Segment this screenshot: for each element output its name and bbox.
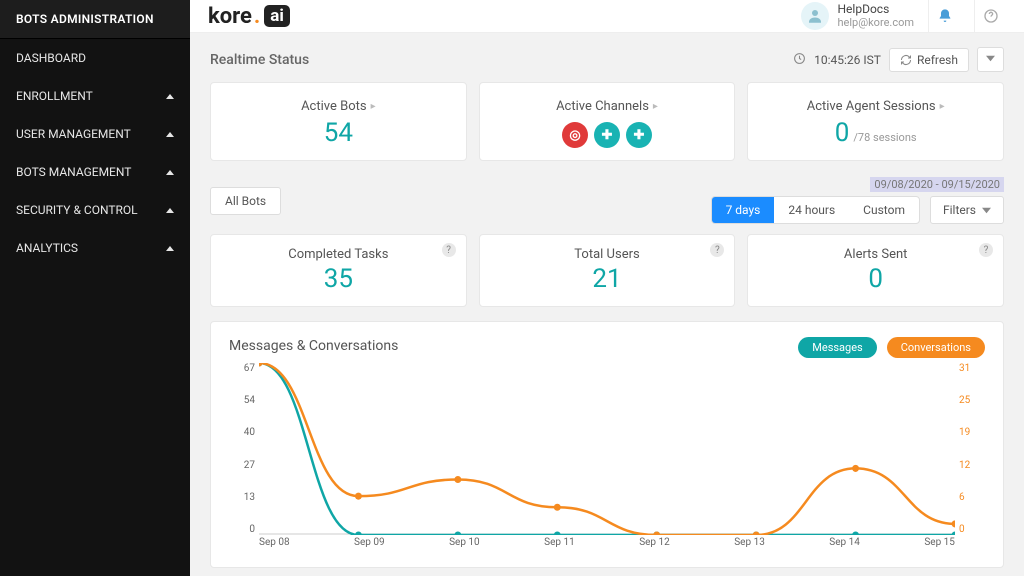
sidebar-item-enrollment[interactable]: ENROLLMENT (0, 77, 190, 115)
channel-web-icon: ◎ (562, 122, 588, 148)
stat-total-users: ?Total Users 21 (479, 234, 736, 307)
stat-value: 21 (496, 264, 719, 294)
chevron-up-icon (166, 132, 174, 137)
sidebar-item-analytics[interactable]: ANALYTICS (0, 229, 190, 267)
y-axis-right: 3125191260 (959, 363, 985, 535)
help-icon[interactable]: ? (442, 243, 456, 257)
seg-24h[interactable]: 24 hours (774, 197, 849, 223)
stat-alerts-sent: ?Alerts Sent 0 (747, 234, 1004, 307)
card-value: 0 (835, 118, 850, 148)
help-icon[interactable]: ? (979, 243, 993, 257)
notification-icon[interactable] (928, 0, 960, 32)
card-title: Active Channels (556, 99, 649, 114)
chart-area: 67544027130 3125191260 Sep 08Sep 09Sep 1… (229, 363, 985, 553)
card-title: Active Agent Sessions (807, 99, 936, 114)
refresh-dropdown[interactable] (977, 47, 1004, 72)
chevron-up-icon (166, 94, 174, 99)
stat-value: 35 (227, 264, 450, 294)
sidebar-item-user-management[interactable]: USER MANAGEMENT (0, 115, 190, 153)
sidebar-item-label: ENROLLMENT (16, 89, 93, 103)
topbar: kore.ai HelpDocs help@kore.com (190, 0, 1024, 33)
card-value: 54 (227, 118, 450, 148)
chevron-up-icon (166, 170, 174, 175)
sidebar-item-bots-management[interactable]: BOTS MANAGEMENT (0, 153, 190, 191)
content: Realtime Status 10:45:26 IST Refresh (190, 33, 1024, 576)
channel-teams-icon: ✚ (626, 122, 652, 148)
sidebar-item-security-control[interactable]: SECURITY & CONTROL (0, 191, 190, 229)
pill-conversations[interactable]: Conversations (887, 337, 985, 358)
pill-messages[interactable]: Messages (798, 337, 876, 358)
stat-value: 0 (764, 264, 987, 294)
chevron-right-icon: ▸ (940, 101, 945, 112)
stat-title: Completed Tasks (227, 247, 450, 262)
chevron-right-icon: ▸ (371, 101, 376, 112)
date-range: 09/08/2020 - 09/15/2020 (870, 177, 1004, 192)
sidebar: BOTS ADMINISTRATION DASHBOARD ENROLLMENT U… (0, 0, 190, 576)
realtime-time: 10:45:26 IST (814, 53, 881, 67)
chart-plot (259, 363, 955, 535)
sidebar-item-label: BOTS MANAGEMENT (16, 165, 131, 179)
card-sub: /78 sessions (853, 131, 916, 144)
user-block[interactable]: HelpDocs help@kore.com (801, 2, 914, 30)
time-range-segment: 7 days 24 hours Custom (711, 196, 920, 224)
sidebar-item-dashboard[interactable]: DASHBOARD (0, 39, 190, 77)
main: kore.ai HelpDocs help@kore.com (190, 0, 1024, 576)
topbar-right: HelpDocs help@kore.com (801, 0, 1006, 32)
user-email: help@kore.com (837, 17, 914, 30)
help-icon[interactable]: ? (710, 243, 724, 257)
refresh-label: Refresh (917, 53, 958, 67)
chart-card: Messages & Conversations Messages Conver… (210, 321, 1004, 568)
sidebar-item-label: DASHBOARD (16, 51, 86, 65)
sidebar-title: BOTS ADMINISTRATION (0, 0, 190, 39)
chart-title: Messages & Conversations (229, 338, 398, 354)
channel-slack-icon: ✚ (594, 122, 620, 148)
logo-ai: ai (264, 5, 290, 27)
sidebar-item-label: ANALYTICS (16, 241, 78, 255)
sidebar-item-label: USER MANAGEMENT (16, 127, 131, 141)
x-axis: Sep 08Sep 09Sep 10Sep 11Sep 12Sep 13Sep … (259, 537, 955, 553)
sidebar-item-label: SECURITY & CONTROL (16, 203, 138, 217)
card-active-channels[interactable]: Active Channels ▸ ◎ ✚ ✚ (479, 82, 736, 161)
chevron-right-icon: ▸ (653, 101, 658, 112)
stat-title: Total Users (496, 247, 719, 262)
user-name: HelpDocs (837, 3, 914, 17)
filters-label: Filters (943, 203, 976, 217)
help-icon[interactable] (974, 0, 1006, 32)
avatar-icon (801, 2, 829, 30)
realtime-title: Realtime Status (210, 52, 309, 68)
card-active-bots[interactable]: Active Bots ▸ 54 (210, 82, 467, 161)
all-bots-dropdown[interactable]: All Bots (210, 187, 281, 215)
refresh-button[interactable]: Refresh (889, 48, 969, 72)
filters-button[interactable]: Filters (930, 196, 1004, 224)
clock-icon (793, 52, 806, 68)
seg-7days[interactable]: 7 days (712, 197, 775, 223)
logo-text: kore (208, 4, 252, 29)
stat-completed-tasks: ?Completed Tasks 35 (210, 234, 467, 307)
chevron-down-icon (982, 206, 991, 215)
card-title: Active Bots (301, 99, 367, 114)
chevron-up-icon (166, 208, 174, 213)
y-axis-left: 67544027130 (229, 363, 255, 535)
logo-dot: . (254, 4, 260, 29)
chevron-up-icon (166, 246, 174, 251)
stat-title: Alerts Sent (764, 247, 987, 262)
card-active-agents[interactable]: Active Agent Sessions ▸ 0/78 sessions (747, 82, 1004, 161)
logo: kore.ai (208, 4, 290, 29)
seg-custom[interactable]: Custom (849, 197, 919, 223)
